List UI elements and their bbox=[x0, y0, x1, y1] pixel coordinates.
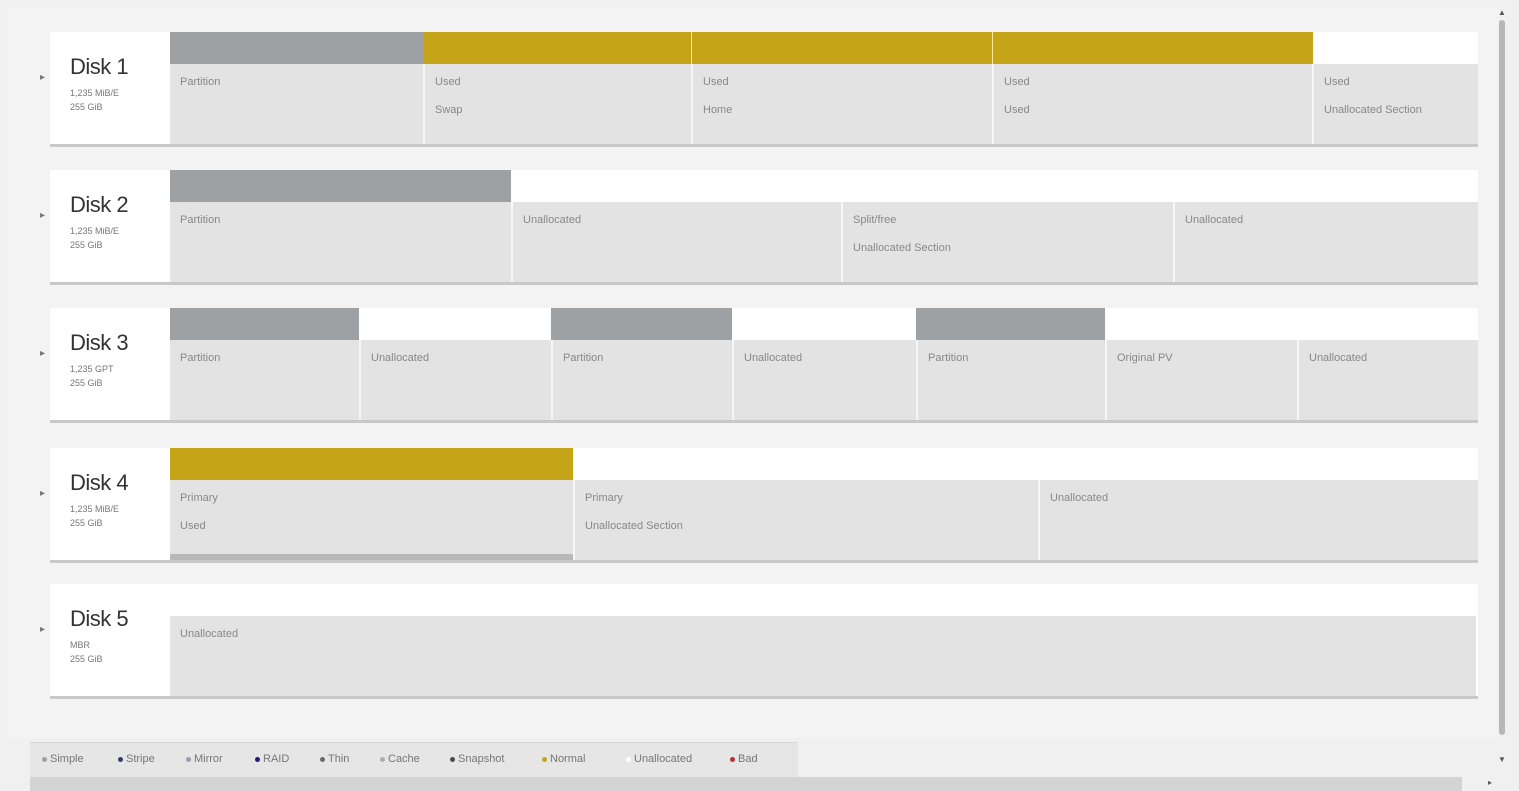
legend-item: Stripe bbox=[118, 753, 155, 765]
partition-block[interactable]: Used Swap bbox=[423, 64, 691, 144]
disk-row[interactable]: ▸ Disk 4 1,235 MiB/E 255 GiB Primary Used… bbox=[40, 448, 1478, 560]
disk-name: Disk 3 bbox=[70, 330, 129, 355]
partition-block[interactable]: Primary Used bbox=[170, 480, 573, 560]
usage-segment bbox=[170, 170, 511, 202]
usage-bar bbox=[170, 448, 1478, 481]
partition-block[interactable]: Primary Unallocated Section bbox=[573, 480, 1038, 560]
disk-info: Disk 3 1,235 GPT 255 GiB bbox=[50, 308, 170, 420]
legend-dot-icon bbox=[450, 756, 455, 762]
partition-block[interactable]: Split/free Unallocated Section bbox=[841, 202, 1173, 282]
partition-list: Partition Unallocated Partition Unalloca… bbox=[170, 340, 1478, 420]
partition-block[interactable]: Unallocated bbox=[732, 340, 916, 420]
disk-info: Disk 4 1,235 MiB/E 255 GiB bbox=[50, 448, 170, 560]
disk-row[interactable]: ▸ Disk 3 1,235 GPT 255 GiB Partition Una… bbox=[40, 308, 1478, 420]
disk-info: Disk 2 1,235 MiB/E 255 GiB bbox=[50, 170, 170, 282]
usage-segment bbox=[691, 32, 993, 64]
usage-segment bbox=[170, 308, 359, 340]
legend-dot-icon bbox=[320, 756, 325, 762]
usage-segment bbox=[916, 308, 1105, 340]
disk-row[interactable]: ▸ Disk 5 MBR 255 GiB Unallocated bbox=[40, 584, 1478, 696]
usage-segment bbox=[992, 32, 1313, 64]
disk-layout-panel: ▸ Disk 1 1,235 MiB/E 255 GiB Partition U… bbox=[8, 8, 1498, 738]
usage-bar bbox=[170, 308, 1478, 340]
legend-dot-icon bbox=[186, 756, 191, 762]
partition-block[interactable]: Partition bbox=[170, 64, 423, 144]
legend-item: Unallocated bbox=[626, 753, 692, 765]
expand-arrow-icon[interactable]: ▸ bbox=[40, 488, 45, 499]
legend-dot-icon bbox=[255, 756, 260, 762]
partition-block[interactable]: Unallocated bbox=[511, 202, 841, 282]
partition-block[interactable]: Partition bbox=[551, 340, 732, 420]
legend-item: Mirror bbox=[186, 753, 223, 765]
disk-details: 1,235 MiB/E 255 GiB bbox=[70, 88, 120, 112]
usage-segment bbox=[170, 448, 573, 481]
disk-row[interactable]: ▸ Disk 2 1,235 MiB/E 255 GiB Partition U… bbox=[40, 170, 1478, 282]
legend-dot-icon bbox=[730, 756, 735, 762]
scroll-right-arrow-icon[interactable]: ▸ bbox=[1488, 778, 1492, 787]
partition-block[interactable]: Partition bbox=[916, 340, 1105, 420]
expand-arrow-icon[interactable]: ▸ bbox=[40, 348, 45, 359]
partition-block[interactable]: Unallocated bbox=[359, 340, 551, 420]
partition-block[interactable]: Unallocated bbox=[1297, 340, 1478, 420]
legend-item: Bad bbox=[730, 753, 758, 765]
disk-name: Disk 1 bbox=[70, 54, 129, 79]
usage-bar bbox=[170, 32, 1478, 64]
legend-bar: Simple Stripe Mirror RAID Thin Cache Sna… bbox=[30, 742, 798, 777]
partition-block[interactable]: Unallocated bbox=[170, 616, 1476, 696]
legend-dot-icon bbox=[380, 756, 385, 762]
partition-block[interactable]: Used Used bbox=[992, 64, 1312, 144]
disk-info: Disk 1 1,235 MiB/E 255 GiB bbox=[50, 32, 170, 144]
legend-dot-icon bbox=[626, 756, 631, 762]
legend-dot-icon bbox=[118, 756, 123, 762]
partition-block[interactable]: Partition bbox=[170, 340, 359, 420]
partition-list: Unallocated bbox=[170, 616, 1478, 696]
partition-list: Partition Unallocated Split/free Unalloca… bbox=[170, 202, 1478, 282]
partition-block[interactable]: Unallocated bbox=[1173, 202, 1478, 282]
legend-item: Simple bbox=[42, 753, 84, 765]
disk-row[interactable]: ▸ Disk 1 1,235 MiB/E 255 GiB Partition U… bbox=[40, 32, 1478, 144]
expand-arrow-icon[interactable]: ▸ bbox=[40, 624, 45, 635]
partition-list: Primary Used Primary Unallocated Section U… bbox=[170, 480, 1478, 560]
partition-block[interactable]: Unallocated bbox=[1038, 480, 1478, 560]
partition-block[interactable]: Original PV bbox=[1105, 340, 1297, 420]
usage-segment bbox=[170, 32, 423, 64]
partition-list: Partition Used Swap Used Home Used Used Use… bbox=[170, 64, 1478, 144]
disk-name: Disk 4 bbox=[70, 470, 129, 495]
expand-arrow-icon[interactable]: ▸ bbox=[40, 72, 45, 83]
legend-dot-icon bbox=[42, 756, 47, 762]
legend-item: Normal bbox=[542, 753, 585, 765]
usage-segment bbox=[423, 32, 691, 64]
legend-item: Thin bbox=[320, 753, 349, 765]
scroll-up-arrow-icon[interactable]: ▲ bbox=[1498, 8, 1506, 17]
scroll-down-arrow-icon[interactable]: ▼ bbox=[1498, 755, 1506, 764]
disk-details: MBR 255 GiB bbox=[70, 640, 103, 664]
legend-item: RAID bbox=[255, 753, 289, 765]
usage-segment bbox=[551, 308, 732, 340]
disk-details: 1,235 MiB/E 255 GiB bbox=[70, 226, 120, 250]
disk-name: Disk 5 bbox=[70, 606, 129, 631]
expand-arrow-icon[interactable]: ▸ bbox=[40, 210, 45, 221]
disk-name: Disk 2 bbox=[70, 192, 129, 217]
horizontal-scrollbar[interactable] bbox=[30, 777, 1462, 791]
usage-bar bbox=[170, 170, 1478, 202]
disk-details: 1,235 GPT 255 GiB bbox=[70, 364, 114, 388]
legend-item: Snapshot bbox=[450, 753, 504, 765]
legend-dot-icon bbox=[542, 756, 547, 762]
legend-item: Cache bbox=[380, 753, 420, 765]
partition-block[interactable]: Partition bbox=[170, 202, 511, 282]
partition-block[interactable]: Used Unallocated Section bbox=[1312, 64, 1478, 144]
disk-details: 1,235 MiB/E 255 GiB bbox=[70, 504, 120, 528]
disk-info: Disk 5 MBR 255 GiB bbox=[50, 584, 170, 696]
partition-block[interactable]: Used Home bbox=[691, 64, 992, 144]
vertical-scrollbar[interactable] bbox=[1499, 20, 1505, 735]
